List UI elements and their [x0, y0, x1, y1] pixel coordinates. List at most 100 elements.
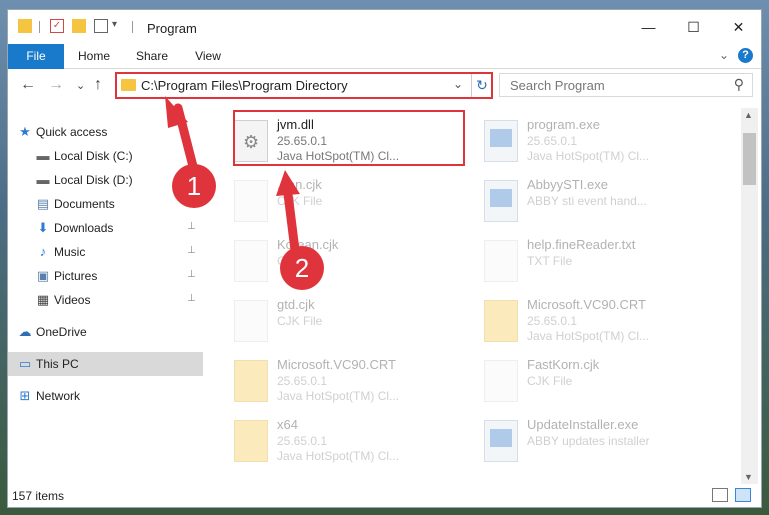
file-detail: Java HotSpot(TM) Cl...: [277, 389, 400, 403]
back-button[interactable]: ←: [20, 76, 36, 94]
file-item[interactable]: UpdateInstaller.exe ABBY updates installe…: [481, 414, 721, 468]
scroll-thumb[interactable]: [743, 133, 756, 185]
up-button[interactable]: ↑: [94, 76, 102, 94]
sidebar-item-quick-access[interactable]: ★ Quick access: [8, 120, 203, 144]
file-item[interactable]: AbbyySTI.exe ABBY sti event hand...: [481, 174, 721, 228]
file-name: AbbyySTI.exe: [527, 177, 608, 192]
network-icon: ⊞: [19, 388, 31, 403]
address-dropdown-icon[interactable]: ⌄: [453, 77, 463, 91]
vertical-scrollbar[interactable]: ▲ ▼: [741, 108, 758, 484]
recent-locations-button[interactable]: ⌄: [76, 79, 85, 92]
details-view-icon[interactable]: [712, 488, 728, 502]
file-item[interactable]: program.exe 25.65.0.1 Java HotSpot(TM) Cl.…: [481, 114, 721, 168]
address-path[interactable]: C:\Program Files\Program Directory: [141, 78, 348, 93]
forward-button[interactable]: →: [48, 76, 64, 94]
expand-ribbon-icon[interactable]: ⌄: [719, 48, 729, 62]
pin-icon: ⊥: [187, 293, 196, 304]
pc-icon: ▭: [18, 356, 32, 371]
doc-file-icon: [234, 180, 268, 222]
title-bar: ✓ ▾ Program — ☐ ✕: [8, 10, 761, 44]
scroll-up-icon[interactable]: ▲: [744, 110, 753, 120]
file-detail: 25.65.0.1: [277, 434, 328, 448]
customize-toolbar-icon[interactable]: [94, 19, 108, 33]
sidebar-item-this-pc[interactable]: ▭ This PC: [8, 352, 203, 376]
file-item[interactable]: Microsoft.VC90.CRT 25.65.0.1 Java HotSpot(…: [481, 294, 721, 348]
separator: [132, 21, 133, 33]
file-list: jvm.dll25.65.0.1Java HotSpot(TM) Cl...pr…: [227, 108, 741, 480]
maximize-button[interactable]: ☐: [671, 10, 716, 44]
documents-icon: ▤: [36, 196, 50, 211]
callout-badge-1: 1: [172, 164, 216, 208]
close-button[interactable]: ✕: [716, 10, 761, 44]
sidebar-item-label: Documents: [54, 197, 115, 211]
folder-icon: [121, 79, 136, 91]
minimize-button[interactable]: —: [626, 10, 671, 44]
file-detail: CJK File: [277, 194, 323, 208]
file-item[interactable]: FastKorn.cjk CJK File: [481, 354, 721, 408]
tab-share[interactable]: Share: [128, 44, 176, 68]
large-icons-view-icon[interactable]: [735, 488, 751, 502]
chevron-down-icon[interactable]: ▾: [112, 19, 117, 30]
refresh-button[interactable]: ↻: [471, 74, 492, 97]
separator: [39, 21, 40, 33]
status-bar: 157 items: [8, 484, 761, 507]
downloads-icon: ⬇: [37, 220, 49, 235]
videos-icon: ▦: [36, 292, 50, 307]
drive-icon: ▬: [36, 172, 50, 187]
sidebar-item-local-disk-c[interactable]: ▬ Local Disk (C:) ⊥: [8, 144, 203, 168]
search-icon[interactable]: ⚲: [734, 76, 744, 93]
file-name: UpdateInstaller.exe: [527, 417, 639, 432]
pictures-icon: ▣: [36, 268, 50, 283]
sidebar-item-label: This PC: [36, 357, 79, 371]
app-file-icon: [484, 180, 518, 222]
address-bar[interactable]: C:\Program Files\Program Directory ⌄ ↻: [115, 72, 493, 99]
file-detail: Java HotSpot(TM) Cl...: [527, 149, 650, 163]
file-item[interactable]: Korean.cjkCJK File: [231, 234, 471, 288]
file-name: ...an.cjk: [277, 177, 322, 192]
highlight-box: [233, 110, 465, 166]
sidebar-item-pictures[interactable]: ▣ Pictures ⊥: [8, 264, 203, 288]
sidebar-item-network[interactable]: ⊞ Network: [8, 384, 203, 408]
sidebar-item-music[interactable]: ♪ Music ⊥: [8, 240, 203, 264]
explorer-window: ✓ ▾ Program — ☐ ✕ File Home Share View ⌄…: [8, 10, 761, 507]
file-detail: ABBY sti event hand...: [527, 194, 647, 208]
folder-file-icon: [234, 360, 268, 402]
pin-icon: ⊥: [187, 269, 196, 280]
file-item[interactable]: ...an.cjk CJK File: [231, 174, 471, 228]
sidebar-item-downloads[interactable]: ⬇ Downloads ⊥: [8, 216, 203, 240]
file-name: x64: [277, 417, 298, 432]
doc-file-icon: [234, 300, 268, 342]
properties-icon[interactable]: ✓: [50, 19, 64, 33]
help-icon[interactable]: ?: [738, 48, 753, 63]
file-item[interactable]: x64 25.65.0.1 Java HotSpot(TM) Cl...: [231, 414, 471, 468]
file-detail: Java HotSpot(TM) Cl...: [527, 329, 650, 343]
sidebar-item-label: Pictures: [54, 269, 98, 283]
file-item[interactable]: gtd.cjk CJK File: [231, 294, 471, 348]
folder-file-icon: [234, 420, 268, 462]
search-box[interactable]: Search Program ⚲: [499, 73, 753, 97]
scroll-down-icon[interactable]: ▼: [744, 472, 753, 482]
sidebar-item-label: OneDrive: [36, 325, 87, 339]
file-name: help.fineReader.txt: [527, 237, 636, 252]
search-placeholder[interactable]: Search Program: [510, 78, 605, 93]
sidebar-item-label: Network: [36, 389, 81, 403]
file-detail: 25.65.0.1: [277, 374, 328, 388]
app-file-icon: [484, 420, 518, 462]
pin-icon: ⊥: [187, 149, 196, 160]
file-item[interactable]: help.fineReader.txt TXT File: [481, 234, 721, 288]
file-name: gtd.cjk: [277, 297, 315, 312]
onedrive-icon: ☁: [18, 324, 32, 339]
file-detail: 25.65.0.1: [527, 314, 578, 328]
file-name: Microsoft.VC90.CRT: [277, 357, 396, 372]
tab-view[interactable]: View: [184, 44, 232, 68]
sidebar-item-onedrive[interactable]: ☁ OneDrive: [8, 320, 203, 344]
file-detail: Java HotSpot(TM) Cl...: [277, 449, 400, 463]
file-item[interactable]: Microsoft.VC90.CRT 25.65.0.1 Java HotSpot(…: [231, 354, 471, 408]
new-folder-icon[interactable]: [72, 19, 86, 33]
folder-icon: [18, 19, 32, 33]
tab-home[interactable]: Home: [70, 44, 118, 68]
sidebar-item-label: Downloads: [54, 221, 114, 235]
sidebar-item-videos[interactable]: ▦ Videos ⊥: [8, 288, 203, 312]
item-count: 157 items: [12, 489, 65, 503]
music-icon: ♪: [39, 244, 47, 259]
